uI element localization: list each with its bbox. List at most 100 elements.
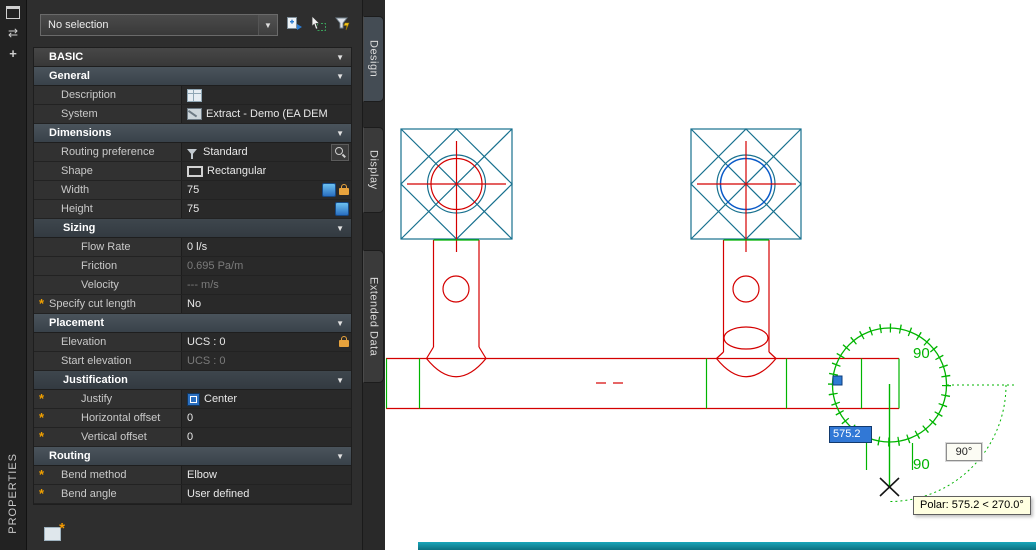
shape-value[interactable]: Rectangular: [181, 162, 351, 180]
row-label: Horizontal offset: [81, 412, 161, 424]
row-label: Justify: [81, 393, 113, 405]
angle-label-bottom: 90: [913, 456, 930, 473]
quick-select-icon[interactable]: [332, 14, 352, 34]
compass-angle-labels: 90 90: [913, 345, 930, 473]
bend-method-value[interactable]: Elbow: [181, 466, 351, 484]
tab-display[interactable]: Display: [363, 127, 384, 213]
elevation-value[interactable]: UCS : 0: [181, 333, 351, 351]
palette-toolbar: No selection: [27, 0, 362, 47]
vertical-offset-value[interactable]: 0: [181, 428, 351, 446]
row-system: System Extract - Demo (EA DEM: [34, 105, 351, 124]
new-property-set-icon[interactable]: [44, 520, 65, 541]
palette-menu-icon[interactable]: [9, 48, 17, 59]
duct-run[interactable]: [386, 141, 899, 410]
dynamic-input-angle: 90°: [945, 442, 983, 462]
dynamic-input-distance[interactable]: 575.2: [829, 426, 872, 443]
row-bend-method: Bend method Elbow: [34, 466, 351, 485]
description-value[interactable]: [181, 86, 351, 104]
collapse-chevron-icon: [336, 129, 344, 138]
row-justify: Justify Center: [34, 390, 351, 409]
row-start-elevation: Start elevation UCS : 0: [34, 352, 351, 371]
horizontal-offset-value[interactable]: 0: [181, 409, 351, 427]
friction-value: 0.695 Pa/m: [181, 257, 351, 275]
height-value[interactable]: 75: [181, 200, 351, 218]
auto-hide-icon[interactable]: [8, 28, 18, 39]
row-label: Elevation: [61, 336, 107, 348]
row-label: Height: [61, 203, 93, 215]
row-flow-rate: Flow Rate 0 l/s: [34, 238, 351, 257]
row-shape: Shape Rectangular: [34, 162, 351, 181]
collapse-chevron-icon: [336, 319, 344, 328]
section-basic[interactable]: BASIC: [34, 48, 351, 67]
override-asterisk-icon: [39, 298, 44, 310]
override-asterisk-icon: [39, 412, 44, 424]
row-vertical-offset: Vertical offset 0: [34, 428, 351, 447]
selection-dropdown[interactable]: No selection: [40, 14, 278, 36]
start-elevation-value: UCS : 0: [181, 352, 351, 370]
override-asterisk-icon: [39, 469, 44, 481]
properties-palette: No selection BASIC General Descript: [27, 0, 363, 550]
row-label: Width: [61, 184, 90, 196]
row-label: Flow Rate: [81, 241, 131, 253]
drawing-canvas[interactable]: 90 90: [385, 0, 1036, 550]
override-asterisk-icon: [39, 393, 44, 405]
grip-square[interactable]: [832, 375, 843, 386]
select-objects-icon[interactable]: [308, 14, 328, 34]
row-label: Friction: [81, 260, 118, 272]
row-height: Height 75: [34, 200, 351, 219]
palette-title: PROPERTIES: [7, 453, 19, 534]
toggle-pickadd-icon[interactable]: [284, 14, 304, 34]
row-routing-preference: Routing preference Standard: [34, 143, 351, 162]
row-label: Specify cut length: [49, 298, 136, 310]
browse-magnifier-icon[interactable]: [331, 143, 349, 161]
chevron-down-icon[interactable]: [258, 15, 277, 35]
row-label: Bend angle: [61, 488, 117, 500]
formula-icon[interactable]: [322, 183, 336, 197]
formula-icon[interactable]: [335, 202, 349, 216]
palette-tabstrip: Design Display Extended Data: [363, 0, 385, 550]
row-label: Vertical offset: [81, 431, 147, 443]
rectangle-shape-icon: [187, 165, 203, 177]
row-label: Start elevation: [61, 355, 132, 367]
row-label: Bend method: [61, 469, 127, 481]
routing-preference-icon: [187, 149, 197, 159]
section-dimensions[interactable]: Dimensions: [34, 124, 351, 143]
palette-titlebar: PROPERTIES: [0, 0, 27, 550]
section-sizing[interactable]: Sizing: [34, 219, 351, 238]
polar-tooltip: Polar: 575.2 < 270.0°: [913, 496, 1031, 515]
collapse-chevron-icon: [336, 224, 344, 233]
duct-system-icon: [187, 108, 202, 120]
bend-angle-value[interactable]: User defined: [181, 485, 351, 503]
tab-extended-data[interactable]: Extended Data: [363, 250, 384, 383]
tab-design[interactable]: Design: [363, 16, 384, 102]
collapse-chevron-icon: [336, 72, 344, 81]
justify-center-icon: [187, 392, 200, 406]
row-elevation: Elevation UCS : 0: [34, 333, 351, 352]
drawing-area[interactable]: 90 90 575.2 90° Polar: 575.2 < 270.0°: [385, 0, 1036, 550]
collapse-chevron-icon: [336, 53, 344, 62]
application-window: PROPERTIES No selection BASIC: [0, 0, 1036, 550]
lock-icon[interactable]: [339, 336, 349, 347]
width-value[interactable]: 75: [181, 181, 351, 199]
row-label: System: [61, 108, 98, 120]
section-routing[interactable]: Routing: [34, 447, 351, 466]
collapse-chevron-icon: [336, 376, 344, 385]
justify-value[interactable]: Center: [181, 390, 351, 408]
section-placement[interactable]: Placement: [34, 314, 351, 333]
table-icon[interactable]: [187, 88, 202, 102]
flow-rate-value[interactable]: 0 l/s: [181, 238, 351, 256]
velocity-value: --- m/s: [181, 276, 351, 294]
row-label: Velocity: [81, 279, 119, 291]
row-specify-cut-length: Specify cut length No: [34, 295, 351, 314]
properties-window-icon[interactable]: [6, 6, 20, 19]
specify-cut-length-value[interactable]: No: [181, 295, 351, 313]
row-bend-angle: Bend angle User defined: [34, 485, 351, 504]
section-justification[interactable]: Justification: [34, 371, 351, 390]
angle-label-top: 90: [913, 345, 930, 362]
bottom-teal-bar: [418, 542, 1036, 550]
section-general[interactable]: General: [34, 67, 351, 86]
lock-icon[interactable]: [339, 184, 349, 195]
routing-preference-value[interactable]: Standard: [181, 143, 351, 161]
row-friction: Friction 0.695 Pa/m: [34, 257, 351, 276]
system-value[interactable]: Extract - Demo (EA DEM: [181, 105, 351, 123]
